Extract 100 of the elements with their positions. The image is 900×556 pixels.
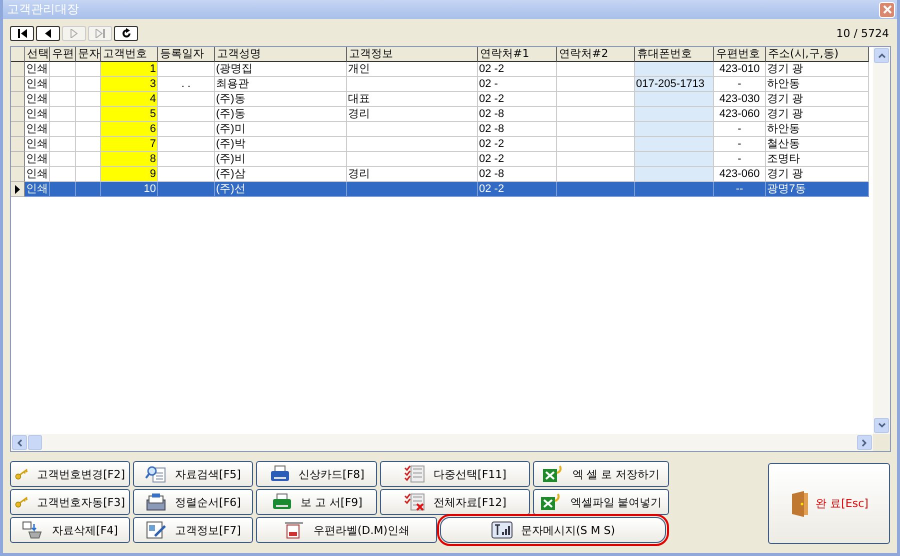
table-cell: 8 [101, 152, 158, 167]
table-cell [158, 62, 215, 77]
action-button[interactable]: 전체자료[F12] [380, 489, 530, 515]
column-header[interactable]: 등록일자 [158, 47, 215, 62]
table-cell: - [714, 137, 766, 152]
table-cell [158, 182, 215, 197]
close-button[interactable] [879, 2, 895, 18]
action-button[interactable]: 고객번호자동[F3] [10, 489, 130, 515]
table-cell: 인쇄 [25, 182, 50, 197]
table-cell: 02 -8 [478, 122, 557, 137]
action-button[interactable]: 엑 셀 로 저장하기 [533, 461, 669, 487]
table-cell: (광명집 [215, 62, 347, 77]
table-cell: 017-205-1713 [635, 77, 714, 92]
action-button[interactable]: 고객정보[F7] [133, 517, 253, 543]
horizontal-scrollbar[interactable] [11, 434, 890, 451]
action-button[interactable]: 신상카드[F8] [256, 461, 377, 487]
column-header[interactable]: 연락처#2 [557, 47, 635, 62]
next-record-icon [70, 28, 78, 38]
refresh-icon [120, 28, 132, 38]
exit-button[interactable]: 완 료[Esc] [768, 463, 890, 544]
action-button[interactable]: 문자메시지(S M S) [440, 517, 666, 543]
table-cell: (주)동 [215, 92, 347, 107]
previous-record-icon [44, 28, 52, 38]
table-cell: - [714, 77, 766, 92]
table-cell: 02 -2 [478, 182, 557, 197]
column-header[interactable]: 우편번호 [714, 47, 766, 62]
vertical-scrollbar[interactable] [873, 47, 890, 434]
table-cell: . . [158, 77, 215, 92]
table-cell [50, 62, 76, 77]
table-cell: 5 [101, 107, 158, 122]
scroll-left-button[interactable] [12, 435, 27, 450]
column-header[interactable]: 우편 [50, 47, 76, 62]
nav-button[interactable] [36, 26, 60, 40]
table-cell: 인쇄 [25, 137, 50, 152]
card-stack-icon [145, 493, 168, 511]
printer-icon [270, 493, 293, 511]
row-header[interactable] [11, 182, 25, 197]
checklist-icon [404, 493, 426, 511]
table-cell: 하안동 [766, 122, 869, 137]
table-cell: 02 -2 [478, 152, 557, 167]
action-button[interactable]: 자료검색[F5] [133, 461, 253, 487]
action-button[interactable]: 엑셀파일 붙여넣기 [533, 489, 669, 515]
table-cell: 대표 [347, 92, 478, 107]
table-cell: 02 - [478, 77, 557, 92]
table-cell: 경기 광 [766, 62, 869, 77]
table-cell: -- [714, 182, 766, 197]
table-cell [158, 137, 215, 152]
table-cell: 02 -8 [478, 107, 557, 122]
column-header[interactable]: 연락처#1 [478, 47, 557, 62]
table-cell: 인쇄 [25, 62, 50, 77]
action-button[interactable]: 자료삭제[F4] [10, 517, 130, 543]
table-cell [158, 152, 215, 167]
column-header[interactable]: 선택 [25, 47, 50, 62]
table-cell [50, 152, 76, 167]
table-cell: 조명타 [766, 152, 869, 167]
spreadsheet-icon [542, 465, 564, 483]
action-button[interactable]: 고객번호변경[F2] [10, 461, 130, 487]
column-header[interactable]: 고객성명 [215, 47, 347, 62]
table-cell: 423-060 [714, 107, 766, 122]
document-edit-icon [145, 521, 168, 539]
table-cell: (주)비 [215, 152, 347, 167]
table-cell [50, 92, 76, 107]
column-header[interactable]: 문자 [76, 47, 101, 62]
nav-button[interactable] [10, 26, 34, 40]
column-header[interactable]: 휴대폰번호 [635, 47, 714, 62]
scroll-up-button[interactable] [874, 48, 889, 63]
scrollbar-corner [873, 434, 890, 451]
scroll-right-button[interactable] [857, 435, 872, 450]
table-cell [50, 107, 76, 122]
action-button[interactable]: 다중선택[F11] [380, 461, 530, 487]
scroll-thumb[interactable] [28, 435, 42, 450]
table-cell: 경기 광 [766, 92, 869, 107]
table-cell: 423-030 [714, 92, 766, 107]
record-counter: 10 / 5724 [836, 26, 889, 40]
column-header[interactable]: 고객번호 [101, 47, 158, 62]
table-cell [50, 137, 76, 152]
action-button[interactable]: 보 고 서[F9] [256, 489, 377, 515]
mail-label-icon [283, 521, 306, 539]
table-cell: 경기 광 [766, 107, 869, 122]
magnifier-document-icon [145, 465, 168, 483]
close-icon [882, 5, 892, 14]
column-header[interactable]: 주소(시,구,동) [766, 47, 869, 62]
last-record-icon [94, 28, 106, 38]
table-cell: 최용관 [215, 77, 347, 92]
scroll-down-button[interactable] [874, 418, 889, 433]
spreadsheet-icon [540, 493, 562, 511]
table-cell: 02 -2 [478, 62, 557, 77]
action-button[interactable]: 정렬순서[F6] [133, 489, 253, 515]
table-cell: 10 [101, 182, 158, 197]
table-cell: 인쇄 [25, 152, 50, 167]
grid-corner [11, 47, 25, 62]
current-row-icon [15, 184, 20, 194]
table-cell [158, 107, 215, 122]
column-header[interactable]: 고객정보 [347, 47, 478, 62]
checklist-icon [404, 465, 426, 483]
nav-button[interactable] [114, 26, 138, 40]
table-cell: 인쇄 [25, 107, 50, 122]
table-cell: (주)미 [215, 122, 347, 137]
action-button[interactable]: 우편라벨(D.M)인쇄 [256, 517, 437, 543]
table-cell: 경리 [347, 107, 478, 122]
